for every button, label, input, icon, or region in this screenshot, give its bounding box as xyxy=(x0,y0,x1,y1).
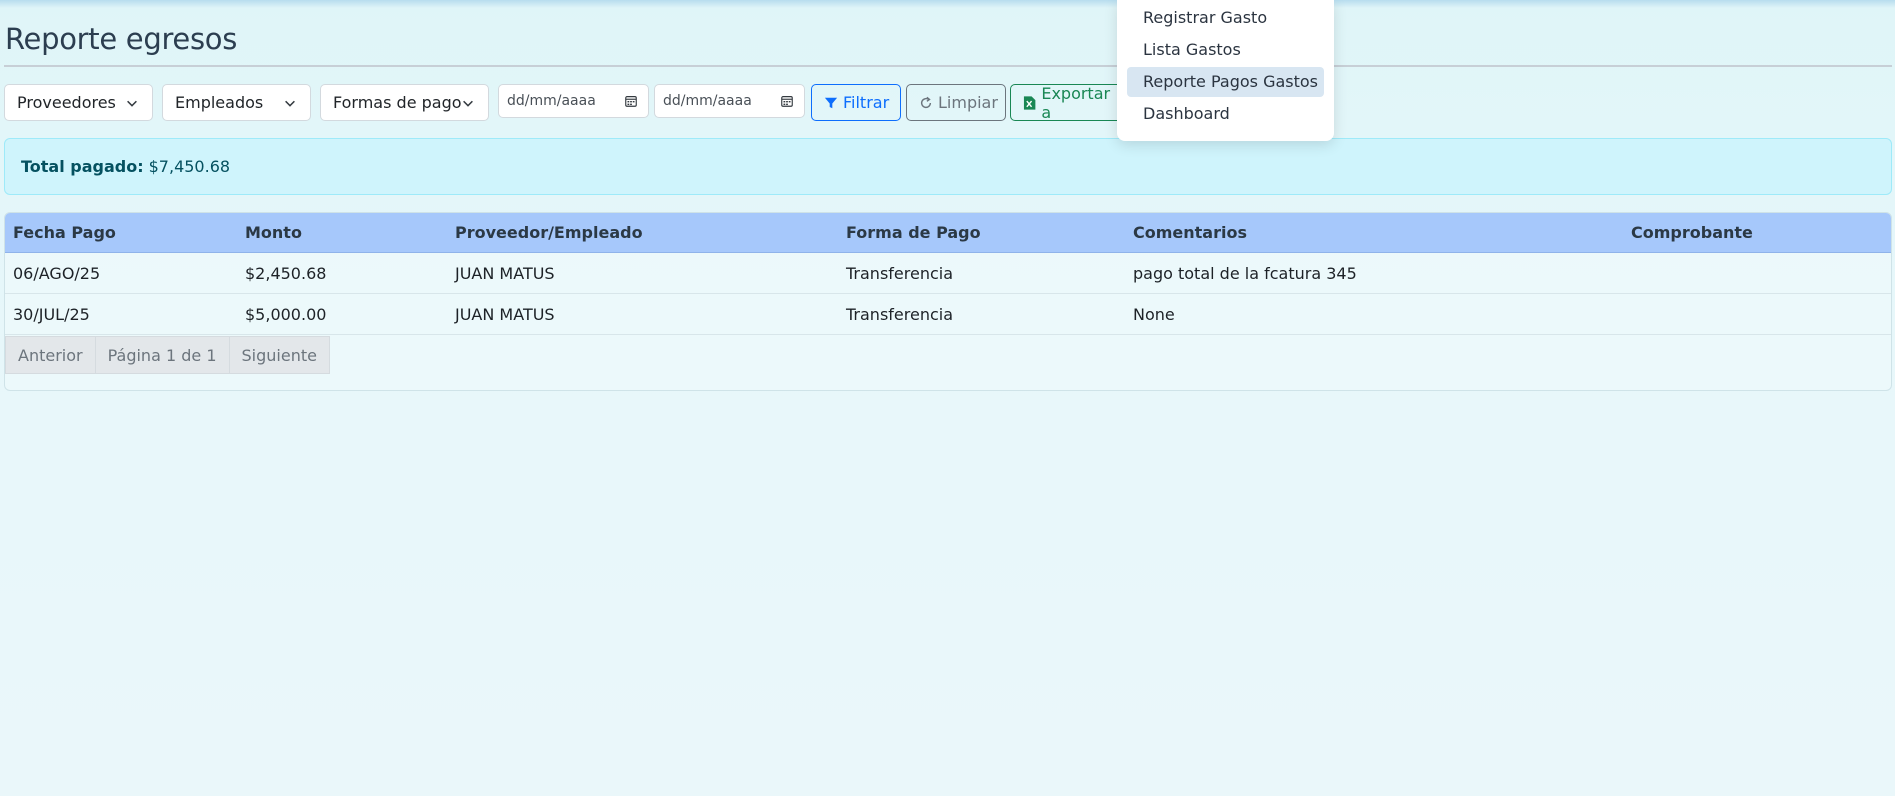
menu-item-lista-gastos[interactable]: Lista Gastos xyxy=(1127,35,1324,65)
total-pagado-alert: Total pagado: $7,450.68 xyxy=(4,138,1892,195)
chevron-down-icon xyxy=(463,100,473,107)
column-header-comentarios[interactable]: Comentarios xyxy=(1133,213,1247,253)
proveedores-select[interactable]: Proveedores xyxy=(4,84,153,121)
nav-dropdown-menu: Registrar Gasto Lista Gastos Reporte Pag… xyxy=(1117,0,1334,141)
menu-item-registrar-gasto[interactable]: Registrar Gasto xyxy=(1127,3,1324,33)
cell-proveedor-empleado: JUAN MATUS xyxy=(455,264,555,283)
proveedores-select-label: Proveedores xyxy=(17,93,116,112)
formas-pago-select-label: Formas de pago xyxy=(333,93,462,112)
cell-fecha-pago: 06/AGO/25 xyxy=(13,264,101,283)
pagination-next-button[interactable]: Siguiente xyxy=(229,336,330,374)
payments-table-card: Fecha Pago Monto Proveedor/Empleado Form… xyxy=(4,212,1892,391)
fecha-hasta-placeholder: dd/mm/aaaa xyxy=(663,93,752,109)
filtrar-button[interactable]: Filtrar xyxy=(811,84,901,121)
cell-forma-pago: Transferencia xyxy=(846,264,954,283)
exportar-excel-button[interactable]: Exportar a xyxy=(1010,84,1122,121)
page-title: Reporte egresos xyxy=(5,22,238,56)
chevron-down-icon xyxy=(127,100,137,107)
pagination-prev-button[interactable]: Anterior xyxy=(5,336,96,374)
menu-item-dashboard[interactable]: Dashboard xyxy=(1127,99,1324,129)
calendar-icon xyxy=(781,96,793,107)
empleados-select[interactable]: Empleados xyxy=(162,84,311,121)
filtrar-button-label: Filtrar xyxy=(843,93,890,112)
cell-proveedor-empleado: JUAN MATUS xyxy=(455,305,555,324)
cell-monto: $2,450.68 xyxy=(245,264,327,283)
table-row: 06/AGO/25 $2,450.68 JUAN MATUS Transfere… xyxy=(5,253,1891,294)
column-header-proveedor-empleado[interactable]: Proveedor/Empleado xyxy=(455,213,643,253)
title-divider xyxy=(4,65,1892,67)
formas-pago-select[interactable]: Formas de pago xyxy=(320,84,489,121)
column-header-monto[interactable]: Monto xyxy=(245,213,302,253)
pagination: Anterior Página 1 de 1 Siguiente xyxy=(5,336,330,374)
cell-monto: $5,000.00 xyxy=(245,305,327,324)
empleados-select-label: Empleados xyxy=(175,93,264,112)
excel-file-icon xyxy=(1023,95,1036,110)
top-nav-shadow xyxy=(0,0,1895,8)
cell-fecha-pago: 30/JUL/25 xyxy=(13,305,90,324)
total-pagado-label: Total pagado: xyxy=(21,157,144,176)
cell-forma-pago: Transferencia xyxy=(846,305,954,324)
column-header-fecha-pago[interactable]: Fecha Pago xyxy=(13,213,116,253)
exportar-button-label: Exportar a xyxy=(1041,84,1111,121)
calendar-icon xyxy=(625,96,637,107)
fecha-desde-placeholder: dd/mm/aaaa xyxy=(507,93,596,109)
refresh-icon xyxy=(920,96,932,108)
filter-icon xyxy=(824,97,838,108)
limpiar-button-label: Limpiar xyxy=(938,93,998,112)
cell-comentarios: None xyxy=(1133,305,1175,324)
cell-comentarios: pago total de la fcatura 345 xyxy=(1133,264,1357,283)
table-row: 30/JUL/25 $5,000.00 JUAN MATUS Transfere… xyxy=(5,294,1891,335)
fecha-desde-input[interactable]: dd/mm/aaaa xyxy=(498,84,649,118)
pagination-page-info: Página 1 de 1 xyxy=(95,336,230,374)
total-pagado-value: $7,450.68 xyxy=(148,157,231,176)
table-header: Fecha Pago Monto Proveedor/Empleado Form… xyxy=(5,213,1891,253)
column-header-comprobante[interactable]: Comprobante xyxy=(1631,213,1753,253)
chevron-down-icon xyxy=(285,100,295,107)
menu-item-reporte-pagos-gastos[interactable]: Reporte Pagos Gastos xyxy=(1127,67,1324,97)
column-header-forma-pago[interactable]: Forma de Pago xyxy=(846,213,981,253)
fecha-hasta-input[interactable]: dd/mm/aaaa xyxy=(654,84,805,118)
limpiar-button[interactable]: Limpiar xyxy=(906,84,1006,121)
